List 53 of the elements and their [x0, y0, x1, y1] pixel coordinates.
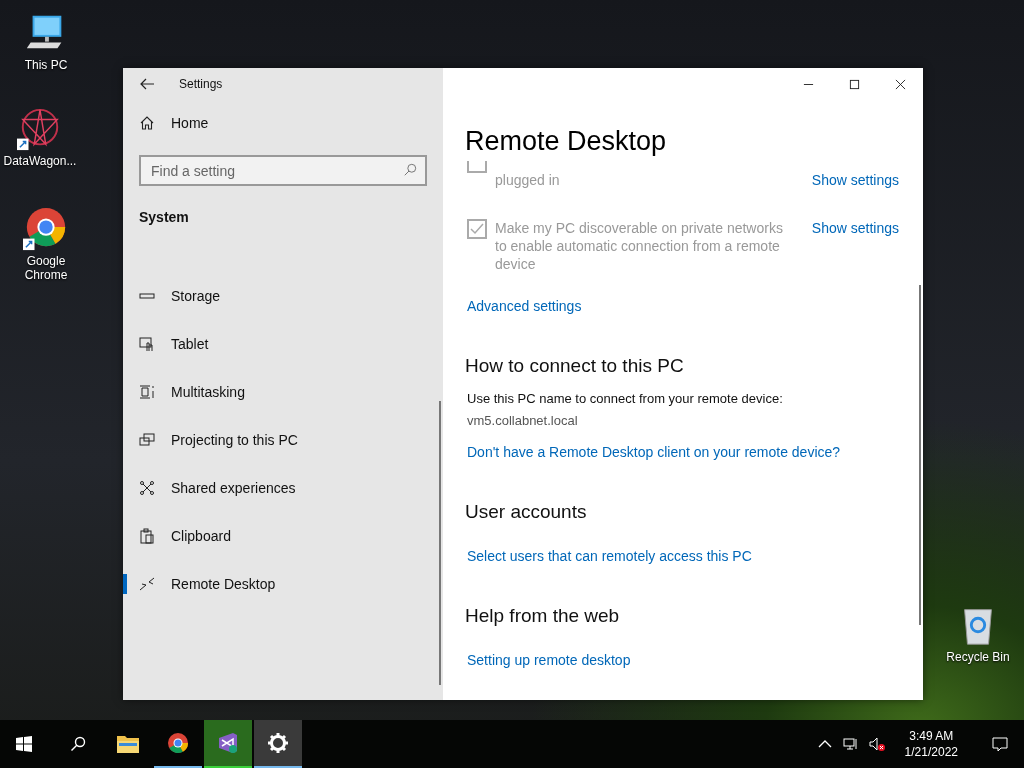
info-text: vm5.collabnet.local: [467, 412, 579, 430]
info-text: Use this PC name to connect from your remote device:: [467, 390, 784, 408]
clipboard-icon: [139, 528, 155, 544]
clock[interactable]: 3:49 AM 1/21/2022: [904, 728, 958, 760]
nav-item[interactable]: Projecting to this PC: [123, 416, 443, 464]
search-icon[interactable]: [70, 736, 86, 752]
help-link[interactable]: Don't have a Remote Desktop client on your remote device?: [467, 443, 841, 461]
desktop-icon-label[interactable]: Google Chrome: [8, 254, 84, 282]
back-arrow-icon[interactable]: [139, 76, 155, 92]
remote-icon: [139, 576, 155, 592]
search-field[interactable]: Find a setting: [139, 155, 427, 186]
close-icon[interactable]: [895, 78, 906, 90]
shared-icon: [139, 480, 155, 496]
network-icon[interactable]: [842, 736, 859, 752]
option-label: Make my PC discoverable on private networks to enable automatic connection from a remote device: [495, 219, 784, 273]
search-icon: [403, 163, 417, 177]
section-heading: System: [138, 209, 190, 225]
nav-item[interactable]: Tablet: [123, 320, 443, 368]
maximize-icon[interactable]: [849, 78, 860, 90]
notification-icon[interactable]: [992, 736, 1008, 752]
nav-item[interactable]: Multitasking: [123, 368, 443, 416]
taskbar-app-button[interactable]: [254, 720, 302, 768]
scrollbar[interactable]: [439, 401, 441, 685]
show-settings-link[interactable]: Show settings: [811, 219, 899, 273]
scrollbar[interactable]: [919, 285, 921, 625]
project-icon: [139, 432, 155, 448]
tablet-icon: [139, 336, 155, 352]
checkbox[interactable]: [467, 219, 487, 239]
app-icon: [216, 731, 240, 755]
desktop-icon-label[interactable]: DataWagon...: [3, 154, 77, 168]
multitask-icon: [139, 384, 155, 400]
section-heading: How to connect to this PC: [465, 355, 685, 377]
nav-item[interactable]: Shared experiences: [123, 464, 443, 512]
nav-item[interactable]: Storage: [123, 272, 443, 320]
home-nav-item[interactable]: Home: [123, 109, 443, 137]
advanced-settings-link[interactable]: Advanced settings: [467, 297, 582, 315]
nav-item[interactable]: Remote Desktop: [123, 560, 443, 608]
help-link[interactable]: Select users that can remotely access this PC: [467, 547, 752, 565]
desktop-icon-label[interactable]: This PC: [24, 58, 68, 72]
option-label: plugged in: [495, 171, 560, 189]
chrome-icon: [166, 731, 190, 755]
window-title: Settings: [179, 77, 223, 91]
section-heading: User accounts: [465, 501, 588, 523]
show-settings-link[interactable]: Show settings: [811, 171, 899, 189]
gear-icon: [266, 731, 290, 755]
windows-start-icon[interactable]: [16, 736, 32, 752]
nav-item[interactable]: Clipboard: [123, 512, 443, 560]
home-icon: [139, 115, 155, 131]
section-heading: Help from the web: [465, 605, 621, 627]
help-link[interactable]: Setting up remote desktop: [467, 651, 631, 669]
desktop-icon-label[interactable]: Recycle Bin: [946, 650, 1010, 664]
page-heading: Remote Desktop: [465, 125, 668, 158]
volume-muted-icon[interactable]: [868, 736, 885, 752]
